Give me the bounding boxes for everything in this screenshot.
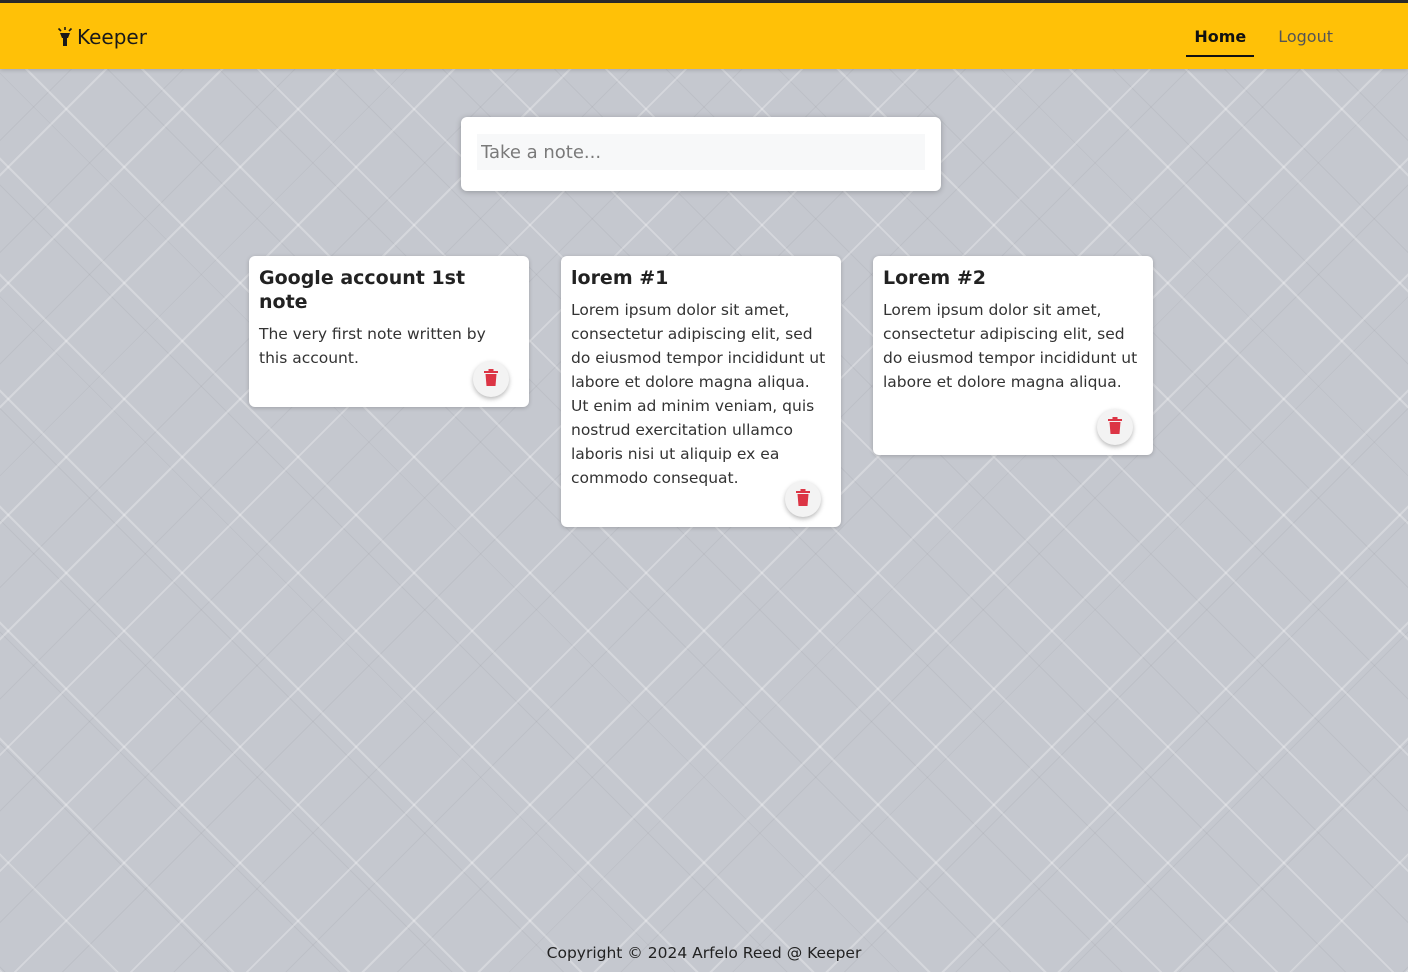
copyright-text: Copyright © 2024 Arfelo Reed @ Keeper xyxy=(546,944,862,962)
note-input[interactable] xyxy=(477,134,925,170)
trash-icon xyxy=(1108,417,1122,437)
create-note-form xyxy=(461,117,941,191)
brand-name: Keeper xyxy=(77,25,147,49)
delete-note-button[interactable] xyxy=(473,361,509,397)
note-content: Lorem ipsum dolor sit amet, consectetur … xyxy=(883,301,1143,391)
trash-icon xyxy=(796,489,810,509)
note-title: Lorem #2 xyxy=(883,267,986,289)
main-nav: Home Logout xyxy=(1170,3,1341,69)
footer: Copyright © 2024 Arfelo Reed @ Keeper xyxy=(0,942,1408,964)
note-title: Google account 1st note xyxy=(259,267,466,313)
note-card: lorem #1 Lorem ipsum dolor sit amet, con… xyxy=(561,256,841,527)
nav-home-link[interactable]: Home xyxy=(1186,3,1255,69)
trash-icon xyxy=(484,369,498,389)
brand[interactable]: Keeper xyxy=(56,25,147,49)
delete-note-button[interactable] xyxy=(1097,409,1133,445)
delete-note-button[interactable] xyxy=(785,481,821,517)
note-content: The very first note written by this acco… xyxy=(259,325,491,367)
note-card: Google account 1st note The very first n… xyxy=(249,256,529,407)
note-title: lorem #1 xyxy=(571,267,669,289)
nav-logout-link[interactable]: Logout xyxy=(1270,3,1341,69)
app-header: Keeper Home Logout xyxy=(0,3,1408,69)
note-content: Lorem ipsum dolor sit amet, consectetur … xyxy=(571,301,831,487)
flashlight-icon xyxy=(56,26,74,48)
note-card: Lorem #2 Lorem ipsum dolor sit amet, con… xyxy=(873,256,1153,455)
